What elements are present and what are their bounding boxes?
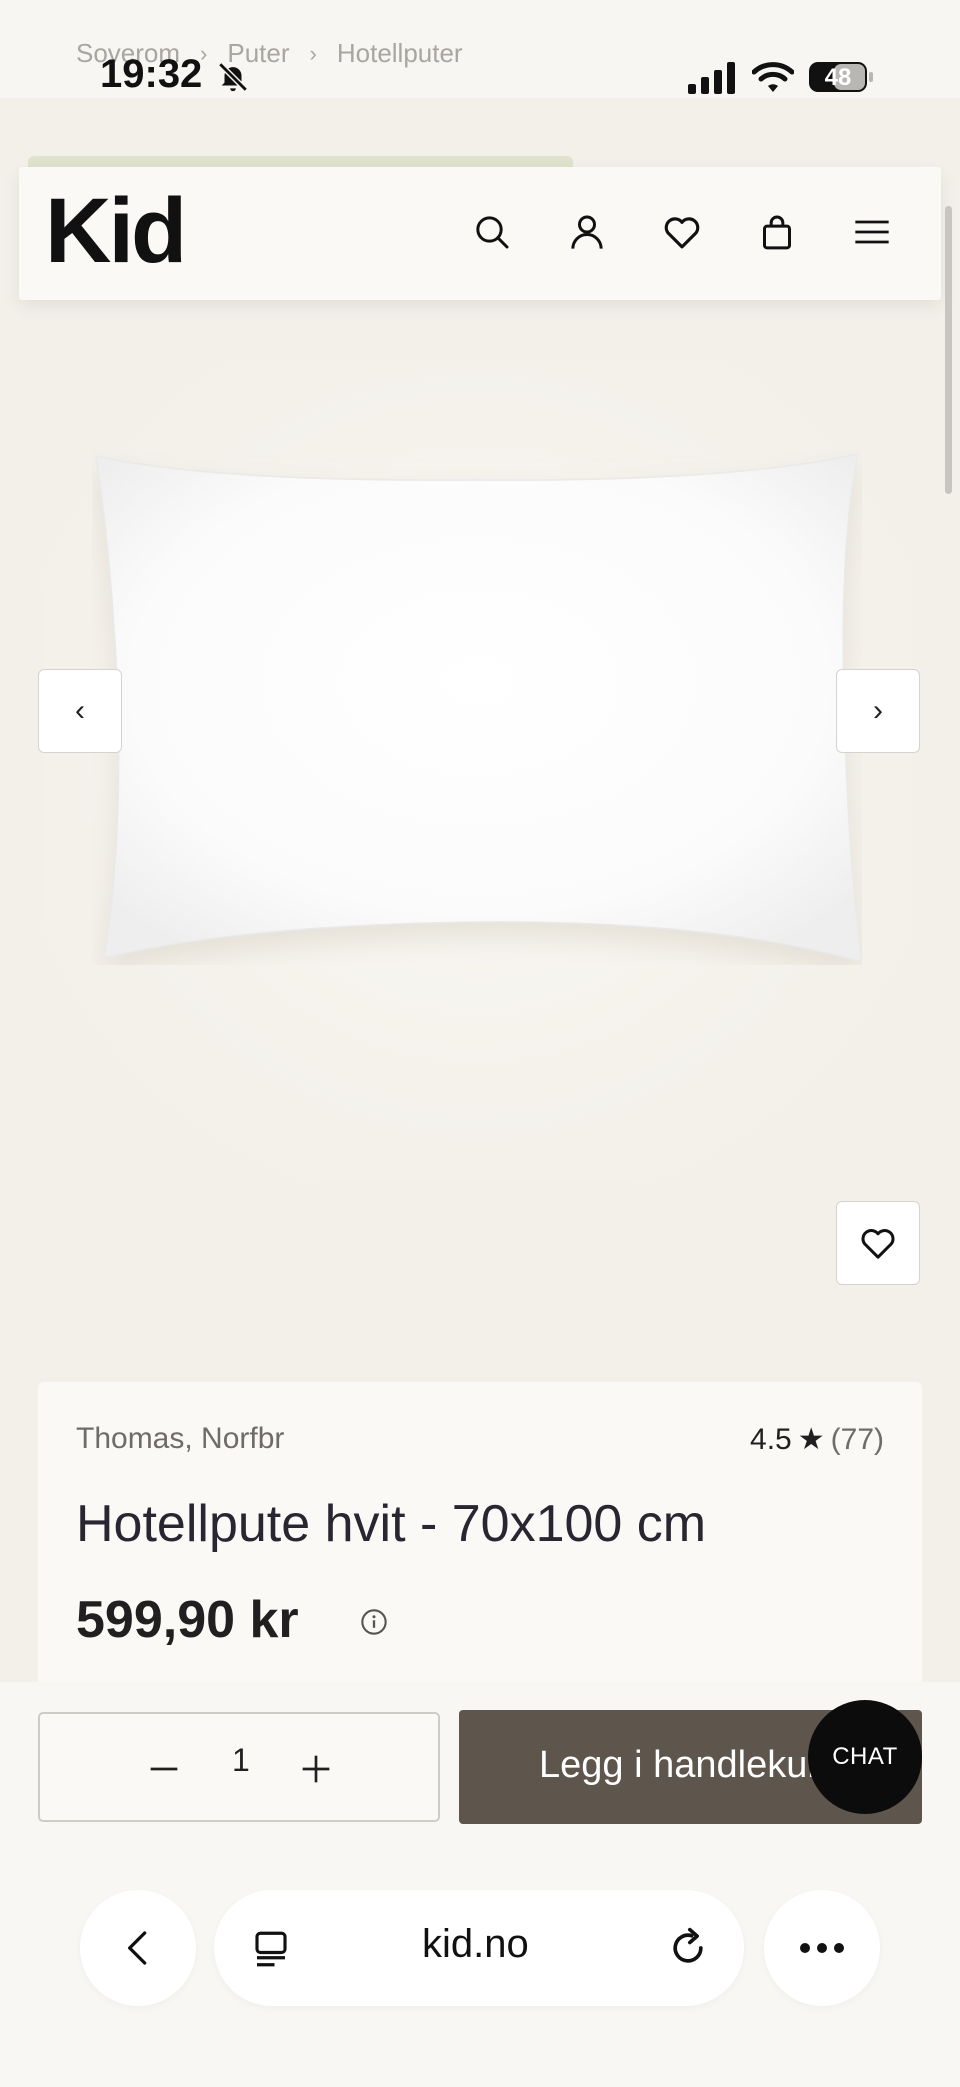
- plus-icon[interactable]: [296, 1744, 336, 1794]
- gallery-prev-button[interactable]: ‹: [38, 669, 122, 753]
- product-image-pillow[interactable]: [92, 450, 862, 965]
- info-icon[interactable]: [360, 1608, 388, 1636]
- star-icon: ★: [797, 1423, 825, 1456]
- product-brand: Thomas, Norfbr: [76, 1422, 285, 1455]
- bag-icon[interactable]: [752, 207, 802, 257]
- chevron-left-icon: ‹: [75, 694, 85, 727]
- minus-icon[interactable]: [144, 1744, 184, 1794]
- chevron-right-icon: ›: [873, 694, 883, 727]
- page-scrollbar[interactable]: [945, 206, 952, 494]
- url-text: kid.no: [422, 1922, 529, 1966]
- chat-button[interactable]: CHAT: [808, 1700, 922, 1814]
- bottom-bar: 1 Legg i handlekurv CHAT: [0, 1682, 960, 2087]
- product-info-card: Thomas, Norfbr 4.5 ★ (77) Hotellpute hvi…: [38, 1382, 922, 1702]
- signal-icon: [688, 62, 735, 94]
- user-icon[interactable]: [562, 207, 612, 257]
- site-header: Kid: [19, 167, 941, 300]
- battery-icon: 48: [808, 60, 874, 94]
- add-to-cart-label: Legg i handlekurv: [539, 1744, 839, 1786]
- breadcrumb-separator-icon: ›: [309, 40, 317, 66]
- product-title: Hotellpute hvit - 70x100 cm: [76, 1495, 707, 1553]
- product-price: 599,90 kr: [76, 1591, 299, 1649]
- heart-icon[interactable]: [657, 207, 707, 257]
- chevron-left-icon: [127, 1931, 147, 1965]
- browser-more-button[interactable]: [764, 1890, 880, 2006]
- bell-muted-icon: [218, 62, 248, 92]
- breadcrumb-item-hotellputer[interactable]: Hotellputer: [337, 38, 463, 69]
- menu-icon[interactable]: [847, 207, 897, 257]
- product-rating[interactable]: 4.5 ★ (77): [750, 1422, 884, 1457]
- wifi-icon: [752, 62, 794, 92]
- quantity-value[interactable]: 1: [232, 1742, 250, 1779]
- gallery-next-button[interactable]: ›: [836, 669, 920, 753]
- review-count: (77): [830, 1422, 884, 1456]
- reload-icon[interactable]: [666, 1926, 710, 1970]
- battery-level: 48: [824, 64, 852, 91]
- browser-address-bar[interactable]: kid.no: [214, 1890, 744, 2006]
- browser-back-button[interactable]: [80, 1890, 196, 2006]
- kid-logo[interactable]: Kid: [45, 185, 187, 277]
- add-to-wishlist-button[interactable]: [836, 1201, 920, 1285]
- more-icon: [800, 1943, 844, 1953]
- reader-mode-icon[interactable]: [250, 1928, 292, 1970]
- status-time: 19:32: [100, 52, 203, 96]
- rating-value: 4.5: [750, 1422, 792, 1456]
- quantity-stepper: 1: [38, 1712, 440, 1822]
- search-icon[interactable]: [467, 207, 517, 257]
- heart-icon: [861, 1229, 895, 1259]
